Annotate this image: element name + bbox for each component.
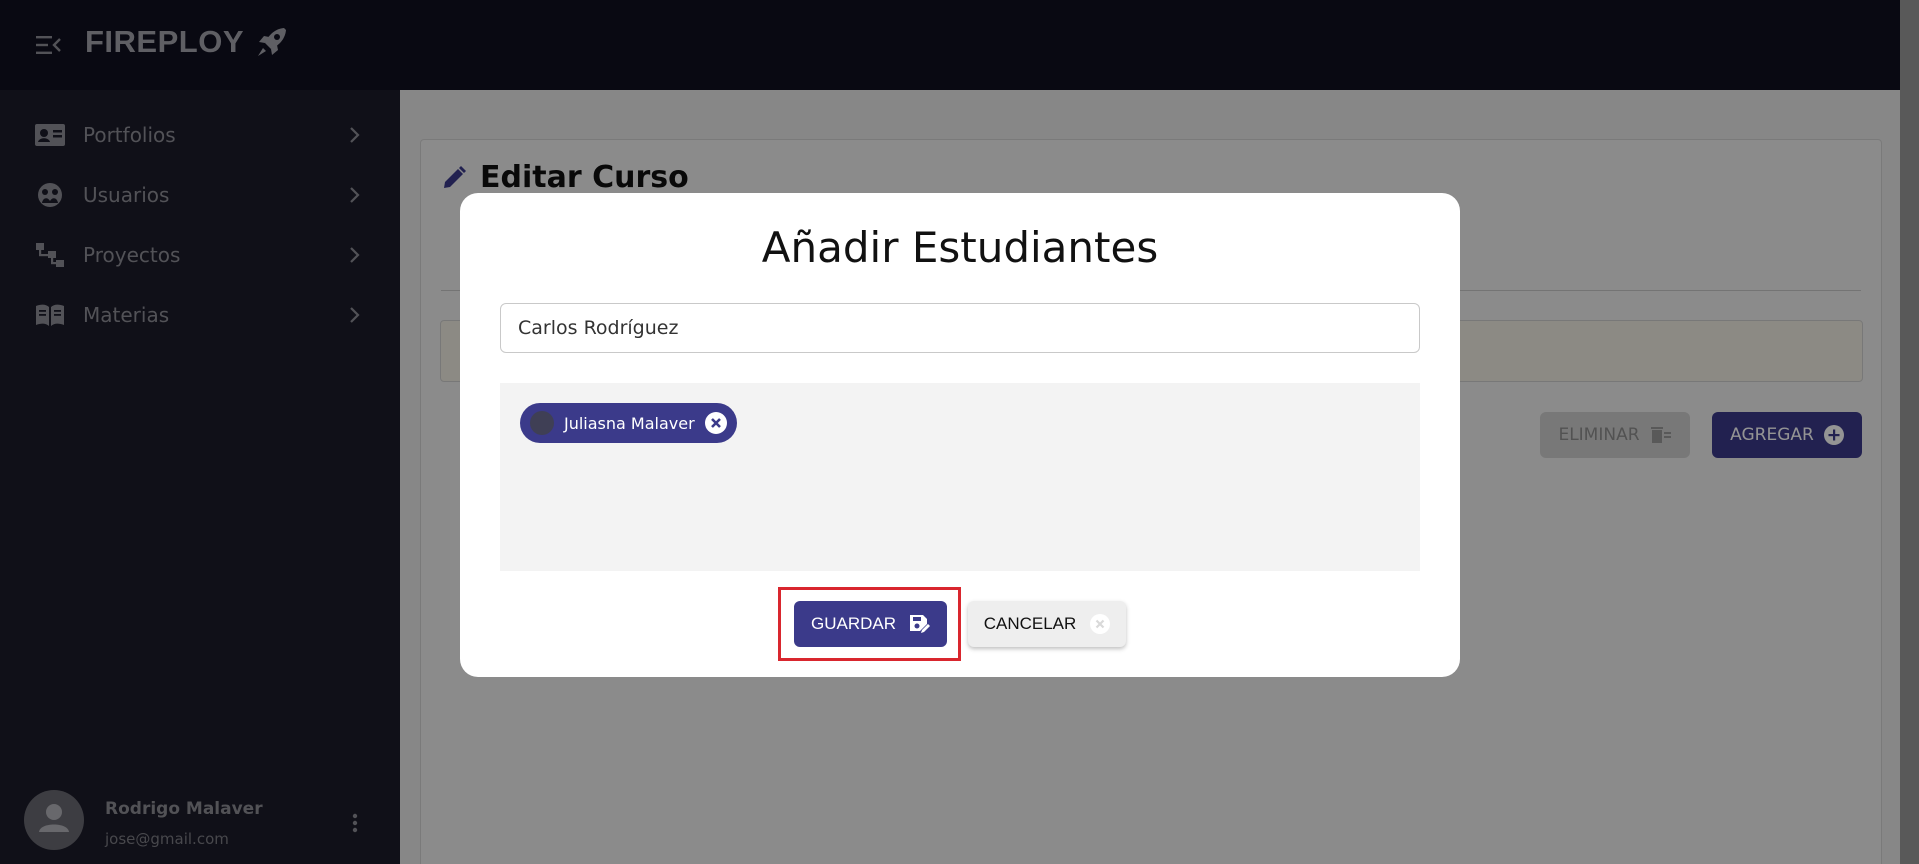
save-button-label: GUARDAR [810,614,896,633]
add-students-modal: Añadir Estudiantes Juliasna Malaver GUAR… [460,193,1460,677]
selected-students-area: Juliasna Malaver [500,383,1420,571]
avatar [530,411,554,435]
save-button[interactable]: GUARDAR [794,601,947,647]
close-circle-icon [1090,614,1111,634]
close-icon[interactable] [704,412,727,434]
cancel-button[interactable]: CANCELAR [968,601,1126,647]
student-chip-label: Juliasna Malaver [564,413,695,433]
student-chip: Juliasna Malaver [520,403,737,443]
modal-title: Añadir Estudiantes [761,223,1159,272]
save-edit-icon [910,615,930,633]
cancel-button-label: CANCELAR [983,614,1077,633]
student-search-input[interactable] [500,303,1420,353]
